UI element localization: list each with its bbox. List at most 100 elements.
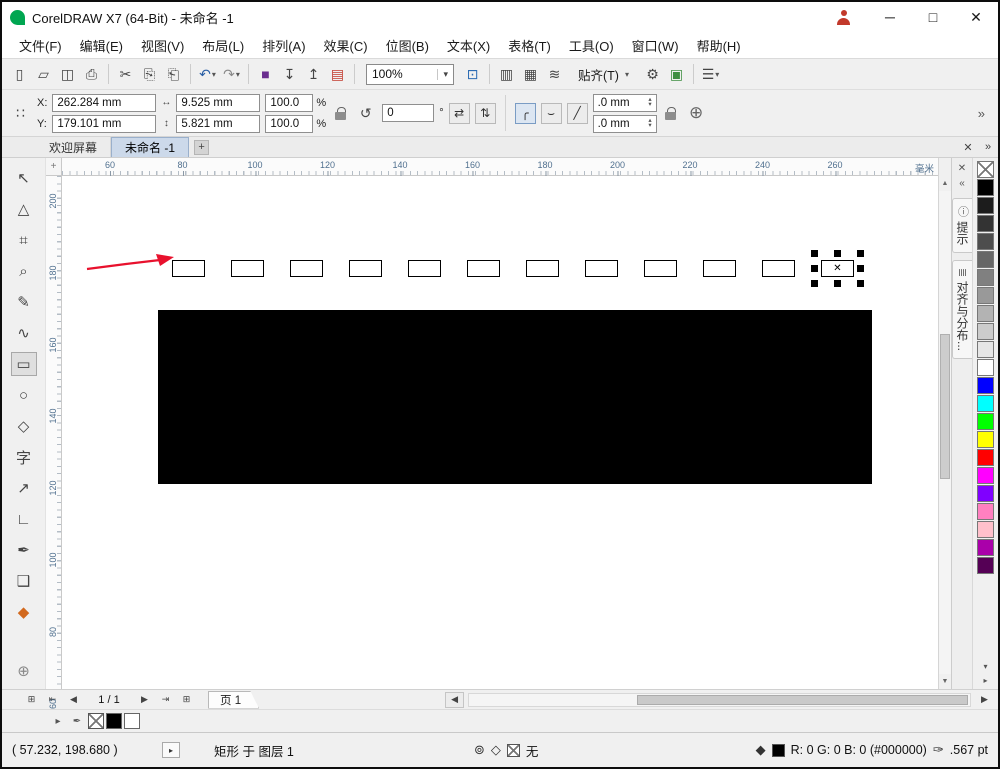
corner-radius-field-2[interactable]: .0 mm ▴▾ — [593, 115, 657, 133]
palette-scroll-down-button[interactable]: ▾ — [983, 660, 987, 673]
color-eyedropper-tool[interactable]: ✒ — [11, 538, 37, 562]
parallel-dimension-tool[interactable]: ↗ — [11, 476, 37, 500]
selection-handle-bm[interactable] — [834, 280, 841, 287]
menu-help[interactable]: 帮助(H) — [688, 32, 750, 59]
scale-lock-button[interactable] — [331, 101, 349, 125]
open-icon[interactable]: ▱ — [32, 63, 55, 86]
menu-text[interactable]: 文本(X) — [438, 32, 499, 59]
text-tool[interactable]: 字 — [11, 445, 37, 469]
doc-swatch-white[interactable] — [124, 713, 140, 729]
chamfered-corner-button[interactable]: ╱ — [567, 103, 588, 124]
rectangle-tool[interactable]: ▭ — [11, 352, 37, 376]
palette-swatch-magenta[interactable] — [977, 467, 994, 484]
menu-tools[interactable]: 工具(O) — [560, 32, 623, 59]
minimize-button[interactable]: ─ — [872, 4, 908, 30]
menu-effects[interactable]: 效果(C) — [315, 32, 377, 59]
freehand-tool[interactable]: ✎ — [11, 290, 37, 314]
docker-collapse-button[interactable]: « — [955, 176, 970, 191]
palette-swatch-light-pink[interactable] — [977, 521, 994, 538]
redo-icon[interactable]: ↷▾ — [220, 63, 243, 86]
small-rectangle[interactable] — [349, 260, 382, 277]
menu-arrange[interactable]: 排列(A) — [253, 32, 314, 59]
object-height-field[interactable]: 5.821 mm — [176, 115, 260, 133]
vertical-ruler[interactable]: 2001801601401201008060 — [46, 176, 62, 689]
show-guidelines-icon[interactable]: ≋ — [543, 63, 566, 86]
ellipse-tool[interactable]: ○ — [11, 383, 37, 407]
last-page-button[interactable]: ⇥ — [156, 692, 175, 708]
spinner-icon[interactable]: ▴▾ — [648, 119, 651, 128]
vertical-scroll-thumb[interactable] — [940, 334, 950, 479]
small-rectangle[interactable] — [526, 260, 559, 277]
new-document-icon[interactable]: ▯ — [8, 63, 31, 86]
selection-handle-bl[interactable] — [811, 280, 818, 287]
palette-swatch-white[interactable] — [977, 359, 994, 376]
propbar-overflow-button[interactable]: » — [972, 106, 991, 121]
palette-swatch-70-black[interactable] — [977, 233, 994, 250]
palette-swatch-10-black[interactable] — [977, 341, 994, 358]
crop-tool[interactable]: ⌗ — [11, 228, 37, 252]
add-page-after-button[interactable]: ⊞ — [177, 692, 196, 708]
close-button[interactable]: ✕ — [958, 4, 994, 30]
palette-swatch-violet[interactable] — [977, 539, 994, 556]
vertical-scroll-track[interactable] — [939, 191, 951, 674]
paste-icon[interactable]: ⎗ — [162, 63, 185, 86]
outline-color-swatch[interactable] — [772, 744, 785, 757]
small-rectangle[interactable] — [408, 260, 441, 277]
menu-file[interactable]: 文件(F) — [10, 32, 71, 59]
eyedropper-icon[interactable]: ✒ — [69, 713, 85, 729]
menu-bitmaps[interactable]: 位图(B) — [377, 32, 438, 59]
menu-layout[interactable]: 布局(L) — [193, 32, 253, 59]
small-rectangle[interactable] — [644, 260, 677, 277]
palette-swatch-40-black[interactable] — [977, 287, 994, 304]
copy-icon[interactable]: ⎘ — [138, 63, 161, 86]
options-icon[interactable]: ⚙ — [641, 63, 664, 86]
tabbar-overflow-button[interactable]: » — [978, 137, 998, 157]
print-icon[interactable]: ⎙ — [80, 63, 103, 86]
menu-table[interactable]: 表格(T) — [499, 32, 560, 59]
search-content-icon[interactable]: ■ — [254, 63, 277, 86]
palette-swatch-purple[interactable] — [977, 485, 994, 502]
docker-tab-align-distribute[interactable]: ≣对齐与分布... — [952, 260, 972, 359]
fill-none-swatch[interactable] — [507, 744, 520, 757]
hscroll-right-button[interactable]: ▶ — [975, 692, 994, 708]
fullscreen-preview-icon[interactable]: ⊡ — [461, 63, 484, 86]
palette-swatch-red[interactable] — [977, 449, 994, 466]
palette-flyout-button[interactable]: ▸ — [983, 674, 987, 687]
show-grid-icon[interactable]: ▦ — [519, 63, 542, 86]
zoom-level-select[interactable]: 100% ▾ — [366, 64, 454, 85]
import-icon[interactable]: ↧ — [278, 63, 301, 86]
ruler-origin-button[interactable]: + — [46, 158, 62, 176]
drop-shadow-tool[interactable]: ❑ — [11, 569, 37, 593]
palette-swatch-cyan[interactable] — [977, 395, 994, 412]
new-document-tab-button[interactable]: + — [194, 140, 209, 155]
palette-swatch-50-black[interactable] — [977, 269, 994, 286]
vertical-scrollbar[interactable]: ▲ ▼ — [938, 158, 951, 689]
zoom-tool[interactable]: ⌕ — [11, 259, 37, 283]
page-tab[interactable]: 页 1 — [208, 691, 259, 709]
outline-color-icon[interactable]: ◆ — [756, 742, 766, 758]
palette-swatch-dark-purple[interactable] — [977, 557, 994, 574]
palette-swatch-no-color[interactable] — [977, 161, 994, 178]
scale-x-field[interactable]: 100.0 — [265, 94, 313, 112]
doc-swatch-black[interactable] — [106, 713, 122, 729]
horizontal-scroll-thumb[interactable] — [637, 695, 968, 705]
shape-tool[interactable]: △ — [11, 197, 37, 221]
tab-welcome-screen[interactable]: 欢迎屏幕 — [36, 137, 111, 157]
more-properties-icon[interactable]: ⊕ — [685, 102, 708, 125]
previous-page-button[interactable]: ◀ — [64, 692, 83, 708]
small-rectangle[interactable] — [172, 260, 205, 277]
menu-edit[interactable]: 编辑(E) — [71, 32, 132, 59]
scroll-up-icon[interactable]: ▲ — [939, 176, 951, 191]
tab-untitled-1[interactable]: 未命名 -1 — [111, 137, 189, 157]
outline-pen-icon[interactable]: ✑ — [933, 742, 944, 758]
x-position-field[interactable]: 262.284 mm — [52, 94, 156, 112]
small-rectangle[interactable] — [290, 260, 323, 277]
selection-handle-br[interactable] — [857, 280, 864, 287]
black-rectangle[interactable] — [158, 310, 872, 484]
undo-icon[interactable]: ↶▾ — [196, 63, 219, 86]
pick-tool[interactable]: ↖ — [11, 166, 37, 190]
small-rectangle[interactable] — [467, 260, 500, 277]
mirror-horizontal-button[interactable]: ⇄ — [449, 103, 470, 124]
palette-swatch-pink[interactable] — [977, 503, 994, 520]
y-position-field[interactable]: 179.101 mm — [52, 115, 156, 133]
